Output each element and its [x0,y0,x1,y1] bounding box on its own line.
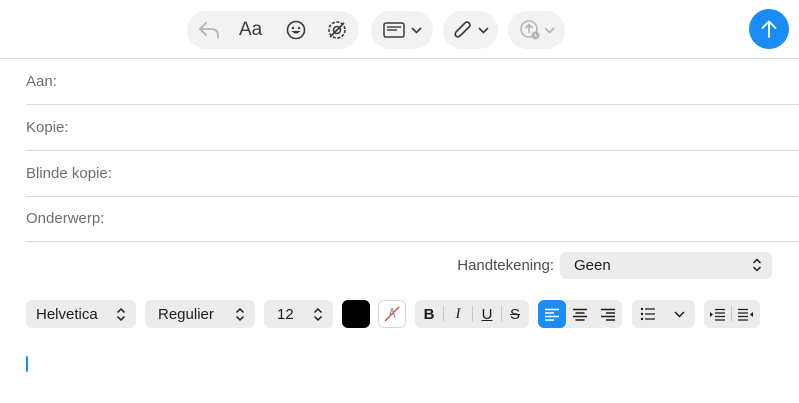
font-style-value: Regulier [158,305,214,323]
cc-label: Kopie: [26,119,69,136]
subject-label: Onderwerp: [26,210,105,227]
to-field[interactable]: Aan: [26,59,799,105]
updown-chevron-icon [752,257,762,277]
updown-chevron-icon [235,307,245,326]
bcc-label: Blinde kopie: [26,165,112,182]
chevron-down-icon [674,311,685,318]
arrow-up-icon [760,19,778,39]
signature-value: Geen [574,257,611,274]
indent-decrease-icon [737,308,754,321]
send-later-button[interactable] [508,11,565,49]
subject-field[interactable]: Onderwerp: [26,196,799,242]
align-left-icon [544,308,560,321]
font-format-button[interactable]: Aa [239,19,262,41]
bcc-field[interactable]: Blinde kopie: [26,151,799,197]
no-color-icon [382,304,402,329]
text-style-group: B I U S [415,300,529,328]
toolbar-group-main: Aa [187,11,359,49]
align-right-icon [600,308,616,321]
chevron-down-icon [477,24,489,36]
cc-field[interactable]: Kopie: [26,105,799,151]
indent-increase-icon [709,308,726,321]
bold-button[interactable]: B [415,300,443,328]
updown-chevron-icon [116,307,126,326]
signature-label: Handtekening: [457,257,554,274]
underline-button[interactable]: U [473,300,501,328]
chevron-down-icon [543,24,555,36]
alignment-group [538,300,622,328]
indent-increase-button[interactable] [704,300,731,328]
signature-select[interactable]: Geen [560,252,772,279]
align-center-button[interactable] [566,300,594,328]
to-label: Aan: [26,73,57,90]
send-later-icon [518,18,542,42]
font-style-select[interactable]: Regulier [145,300,255,328]
attachment-button[interactable] [443,11,498,49]
paperclip-icon [452,19,474,41]
header-fields-button[interactable] [371,11,433,49]
italic-button[interactable]: I [444,300,472,328]
strikethrough-button[interactable]: S [502,300,528,328]
smiley-icon[interactable] [285,19,307,41]
updown-chevron-icon [313,307,323,326]
photo-browser-icon[interactable] [326,19,348,41]
font-size-value: 12 [277,305,294,323]
text-caret [26,356,28,372]
signature-row: Handtekening: Geen [26,242,799,288]
send-button[interactable] [749,9,789,49]
reply-arrow-icon[interactable] [197,18,221,42]
align-left-button[interactable] [538,300,566,328]
chevron-down-icon [410,24,422,36]
compose-toolbar: Aa [0,0,799,59]
background-color-swatch[interactable] [378,300,406,328]
message-body[interactable] [0,340,799,403]
text-color-swatch[interactable] [342,300,370,328]
font-size-select[interactable]: 12 [264,300,333,328]
font-family-select[interactable]: Helvetica [26,300,136,328]
list-style-select[interactable] [632,300,695,328]
indent-decrease-button[interactable] [732,300,759,328]
align-right-button[interactable] [594,300,622,328]
header-fields-icon [382,20,406,40]
align-center-icon [572,308,588,321]
indent-group [704,300,760,328]
bullet-list-icon [640,307,656,321]
font-family-value: Helvetica [36,305,98,323]
